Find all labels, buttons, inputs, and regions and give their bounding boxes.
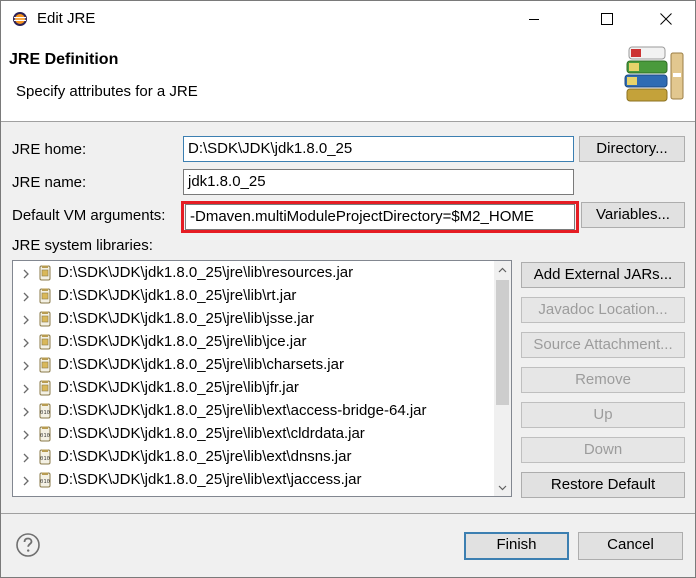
chevron-right-icon[interactable] — [22, 430, 30, 440]
jre-home-label: JRE home: — [12, 141, 87, 158]
chevron-right-icon[interactable] — [22, 476, 30, 486]
svg-text:010: 010 — [40, 410, 50, 416]
library-row[interactable]: D:\SDK\JDK\jdk1.8.0_25\jre\lib\jsse.jar — [13, 308, 493, 331]
eclipse-icon — [13, 12, 27, 26]
jre-libraries-label: JRE system libraries: — [12, 237, 153, 254]
library-row[interactable]: D:\SDK\JDK\jdk1.8.0_25\jre\lib\jfr.jar — [13, 377, 493, 400]
library-path: D:\SDK\JDK\jdk1.8.0_25\jre\lib\ext\jacce… — [58, 471, 362, 488]
header-area: JRE Definition Specify attributes for a … — [1, 37, 695, 121]
chevron-right-icon[interactable] — [22, 384, 30, 394]
library-row[interactable]: D:\SDK\JDK\jdk1.8.0_25\jre\lib\rt.jar — [13, 285, 493, 308]
footer-separator — [1, 513, 695, 514]
chevron-right-icon[interactable] — [22, 315, 30, 325]
jar-icon — [39, 334, 51, 350]
page-title: JRE Definition — [9, 51, 119, 68]
header-separator — [1, 121, 695, 122]
jar-icon — [39, 311, 51, 327]
remove-button[interactable]: Remove — [521, 367, 685, 393]
vm-args-label: Default VM arguments: — [12, 207, 166, 224]
library-row[interactable]: 010 D:\SDK\JDK\jdk1.8.0_25\jre\lib\ext\ja… — [13, 469, 493, 492]
library-path: D:\SDK\JDK\jdk1.8.0_25\jre\lib\rt.jar — [58, 287, 297, 304]
jre-name-label: JRE name: — [12, 174, 87, 191]
add-external-jars-button[interactable]: Add External JARs... — [521, 262, 685, 288]
maximize-button[interactable] — [584, 1, 630, 37]
library-path: D:\SDK\JDK\jdk1.8.0_25\jre\lib\charsets.… — [58, 356, 344, 373]
cancel-button[interactable]: Cancel — [578, 532, 683, 560]
binary-jar-icon: 010 — [39, 472, 51, 488]
variables-button[interactable]: Variables... — [581, 202, 685, 228]
library-path: D:\SDK\JDK\jdk1.8.0_25\jre\lib\jfr.jar — [58, 379, 299, 396]
chevron-down-icon — [498, 485, 507, 490]
javadoc-location-button[interactable]: Javadoc Location... — [521, 297, 685, 323]
help-icon[interactable] — [15, 532, 41, 558]
binary-jar-icon: 010 — [39, 403, 51, 419]
jre-name-input[interactable]: jdk1.8.0_25 — [183, 169, 574, 195]
chevron-right-icon[interactable] — [22, 269, 30, 279]
window-title: Edit JRE — [37, 10, 96, 27]
edit-jre-dialog: Edit JRE JRE Definition Specify attribut… — [0, 0, 696, 578]
title-bar: Edit JRE — [1, 1, 695, 37]
library-path: D:\SDK\JDK\jdk1.8.0_25\jre\lib\jsse.jar — [58, 310, 314, 327]
chevron-right-icon[interactable] — [22, 338, 30, 348]
chevron-up-icon — [498, 267, 507, 272]
jar-icon — [39, 265, 51, 281]
svg-text:010: 010 — [40, 433, 50, 439]
finish-button[interactable]: Finish — [464, 532, 569, 560]
directory-button[interactable]: Directory... — [579, 136, 685, 162]
up-button[interactable]: Up — [521, 402, 685, 428]
close-icon — [660, 13, 672, 25]
svg-text:010: 010 — [40, 479, 50, 485]
vertical-scrollbar[interactable] — [494, 261, 511, 496]
scroll-thumb[interactable] — [496, 280, 509, 405]
svg-text:010: 010 — [40, 456, 50, 462]
library-row[interactable]: 010 D:\SDK\JDK\jdk1.8.0_25\jre\lib\ext\dn… — [13, 446, 493, 469]
close-button[interactable] — [643, 1, 689, 37]
jre-libraries-list[interactable]: D:\SDK\JDK\jdk1.8.0_25\jre\lib\resources… — [12, 260, 512, 497]
down-button[interactable]: Down — [521, 437, 685, 463]
jar-icon — [39, 357, 51, 373]
chevron-right-icon[interactable] — [22, 292, 30, 302]
library-path: D:\SDK\JDK\jdk1.8.0_25\jre\lib\resources… — [58, 264, 354, 281]
library-path: D:\SDK\JDK\jdk1.8.0_25\jre\lib\ext\acces… — [58, 402, 427, 419]
library-books-icon — [624, 46, 684, 102]
page-description: Specify attributes for a JRE — [16, 83, 198, 100]
library-row[interactable]: 010 D:\SDK\JDK\jdk1.8.0_25\jre\lib\ext\ac… — [13, 400, 493, 423]
library-row[interactable]: D:\SDK\JDK\jdk1.8.0_25\jre\lib\jce.jar — [13, 331, 493, 354]
library-row[interactable]: D:\SDK\JDK\jdk1.8.0_25\jre\lib\resources… — [13, 262, 493, 285]
chevron-right-icon[interactable] — [22, 361, 30, 371]
jar-icon — [39, 288, 51, 304]
minimize-icon — [529, 19, 539, 20]
highlight-box — [181, 201, 579, 233]
scroll-up-button[interactable] — [494, 261, 511, 278]
binary-jar-icon: 010 — [39, 449, 51, 465]
library-row[interactable]: D:\SDK\JDK\jdk1.8.0_25\jre\lib\charsets.… — [13, 354, 493, 377]
chevron-right-icon[interactable] — [22, 407, 30, 417]
source-attachment-button[interactable]: Source Attachment... — [521, 332, 685, 358]
binary-jar-icon: 010 — [39, 426, 51, 442]
minimize-button[interactable] — [511, 1, 557, 37]
restore-default-button[interactable]: Restore Default — [521, 472, 685, 498]
maximize-icon — [601, 13, 613, 25]
library-path: D:\SDK\JDK\jdk1.8.0_25\jre\lib\ext\cldrd… — [58, 425, 365, 442]
jar-icon — [39, 380, 51, 396]
scroll-down-button[interactable] — [494, 479, 511, 496]
jre-home-input[interactable]: D:\SDK\JDK\jdk1.8.0_25 — [183, 136, 574, 162]
library-path: D:\SDK\JDK\jdk1.8.0_25\jre\lib\jce.jar — [58, 333, 307, 350]
library-row[interactable]: 010 D:\SDK\JDK\jdk1.8.0_25\jre\lib\ext\cl… — [13, 423, 493, 446]
library-path: D:\SDK\JDK\jdk1.8.0_25\jre\lib\ext\dnsns… — [58, 448, 352, 465]
chevron-right-icon[interactable] — [22, 453, 30, 463]
